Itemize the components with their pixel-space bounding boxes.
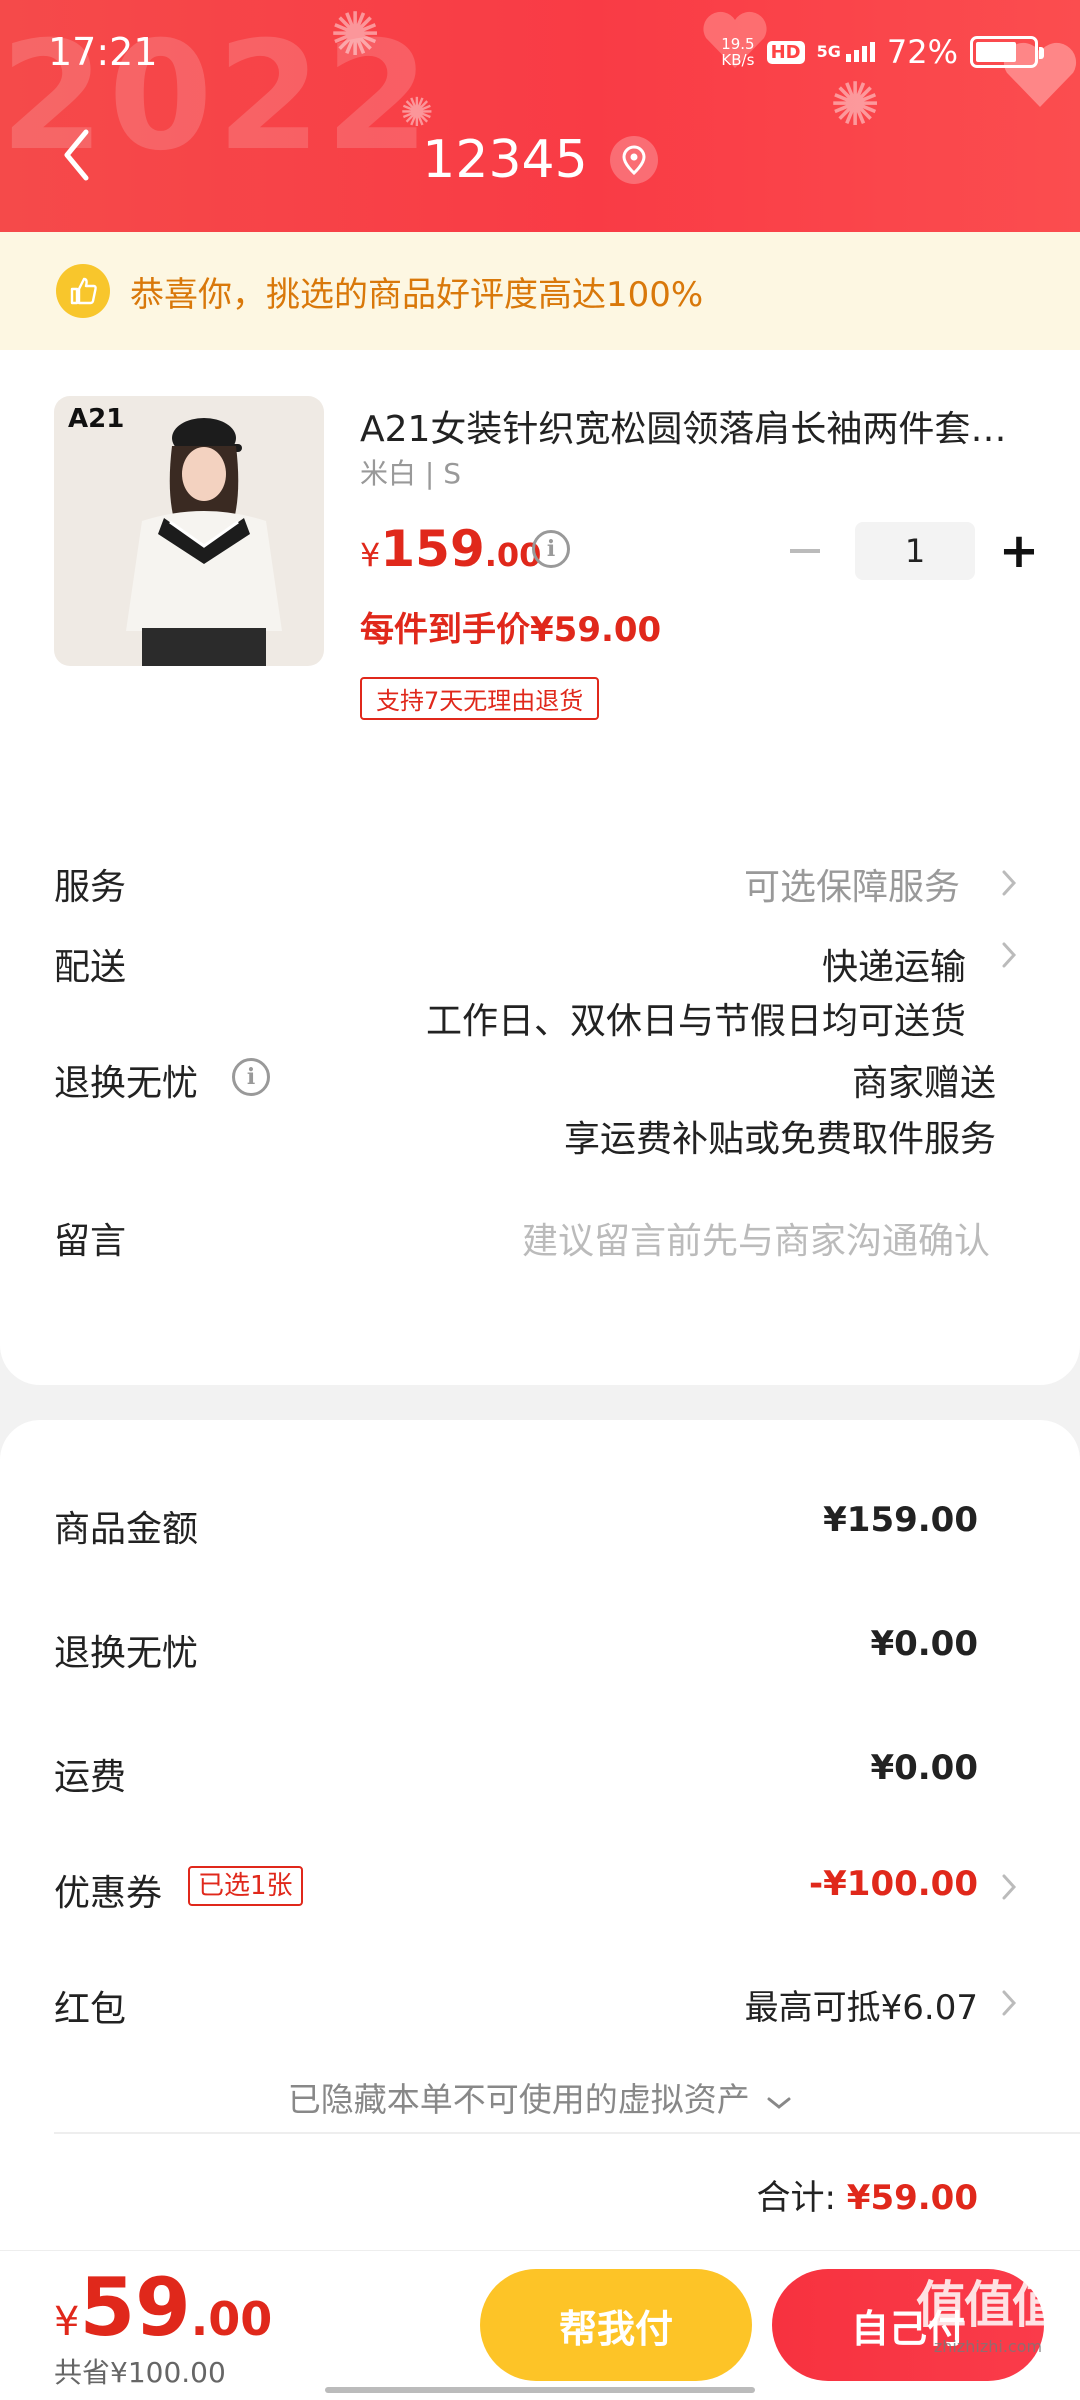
product-spec[interactable]: 米白 | S <box>360 452 461 492</box>
signal-icon: 5G <box>817 42 875 62</box>
total-value: ¥59.00 <box>846 2178 978 2218</box>
watermark: 值值值 zhizhizhi.com <box>916 2276 1062 2356</box>
minus-icon <box>790 549 820 553</box>
total-row: 合计: ¥59.00 <box>757 2170 978 2219</box>
worry-free-fee-value: ¥0.00 <box>870 1624 978 1664</box>
status-time: 17:21 <box>48 30 158 74</box>
quantity-stepper: 1 + <box>785 522 1041 580</box>
worry-free-label: 退换无忧 <box>54 1063 199 1104</box>
divider <box>54 2132 1080 2134</box>
thumbs-up-icon <box>56 264 110 318</box>
net-price: 每件到手价¥59.00 <box>360 610 662 650</box>
worry-free-value: 商家赠送 <box>851 1063 996 1104</box>
saved-amount: 共省¥100.00 <box>54 2356 226 2389</box>
location-pin-icon[interactable] <box>609 136 658 184</box>
delivery-label: 配送 <box>54 947 127 988</box>
page-title: 12345 <box>422 130 588 190</box>
shipping-value: ¥0.00 <box>870 1748 978 1788</box>
worry-free-info-icon[interactable]: i <box>232 1058 270 1096</box>
hidden-assets-toggle[interactable]: 已隐藏本单不可使用的虚拟资产 <box>0 2073 1080 2121</box>
product-title[interactable]: A21女装针织宽松圆领落肩长袖两件套毛衣 <box>360 400 1030 452</box>
product-price: ¥ 159 .00 <box>360 520 542 578</box>
network-speed: 19.5 KB/s <box>721 35 755 69</box>
chevron-right-icon[interactable] <box>1000 1988 1018 2018</box>
price-info-icon[interactable]: i <box>532 530 570 568</box>
header: 2022 ✺ ✺ ✺ 17:21 19.5 KB/s HD 5G 72% 123… <box>0 0 1080 232</box>
payable-amount: ¥ 59 .00 <box>54 2261 273 2354</box>
red-packet-label: 红包 <box>54 1989 127 2030</box>
brand-logo: A21 <box>68 404 125 434</box>
chevron-right-icon[interactable] <box>1000 940 1018 970</box>
message-input[interactable]: 建议留言前先与商家沟通确认 <box>522 1212 990 1264</box>
red-packet-value[interactable]: 最高可抵¥6.07 <box>745 1980 978 2029</box>
banner-text: 恭喜你，挑选的商品好评度高达100% <box>130 274 704 315</box>
status-icons: 19.5 KB/s HD 5G 72% <box>721 30 1044 74</box>
service-label: 服务 <box>54 867 127 908</box>
message-label: 留言 <box>54 1221 127 1262</box>
minus-button[interactable] <box>785 531 825 571</box>
chevron-right-icon[interactable] <box>1000 868 1018 898</box>
worry-free-subtext: 享运费补贴或免费取件服务 <box>563 1119 996 1160</box>
rating-banner: 恭喜你，挑选的商品好评度高达100% <box>0 232 1080 350</box>
product-photo <box>126 418 282 666</box>
plus-button[interactable]: + <box>997 527 1041 575</box>
coupon-count-tag: 已选1张 <box>188 1866 303 1906</box>
delivery-value[interactable]: 快递运输 <box>822 938 966 990</box>
title-wrap: 12345 <box>0 125 1080 195</box>
quantity-input[interactable]: 1 <box>855 522 975 580</box>
product-image[interactable]: A21 <box>54 396 324 666</box>
goods-amount-label: 商品金额 <box>54 1509 199 1550</box>
hd-icon: HD <box>766 40 805 64</box>
home-indicator[interactable] <box>325 2387 755 2393</box>
goods-amount-value: ¥159.00 <box>823 1500 978 1540</box>
order-card: A21 A21女装针织宽松圆领落肩长袖两件套毛衣 米白 | S ¥ 159 .0… <box>0 350 1080 1385</box>
battery-percent: 72% <box>886 33 958 71</box>
total-label: 合计: <box>756 2178 836 2218</box>
shipping-label: 运费 <box>54 1757 127 1798</box>
delivery-subtext: 工作日、双休日与节假日均可送货 <box>425 1001 966 1042</box>
chevron-down-icon <box>767 2097 791 2109</box>
chevron-right-icon[interactable] <box>1000 1872 1018 1902</box>
coupon-value[interactable]: -¥100.00 <box>809 1864 978 1904</box>
firework-decoration-icon: ✺ <box>330 0 381 70</box>
help-me-pay-button[interactable]: 帮我付 <box>480 2269 752 2381</box>
worry-free-fee-label: 退换无忧 <box>54 1633 199 1674</box>
battery-icon <box>970 36 1044 68</box>
coupon-label: 优惠券 <box>54 1873 163 1914</box>
return-policy-tag: 支持7天无理由退货 <box>360 677 600 720</box>
service-value[interactable]: 可选保障服务 <box>744 858 960 910</box>
